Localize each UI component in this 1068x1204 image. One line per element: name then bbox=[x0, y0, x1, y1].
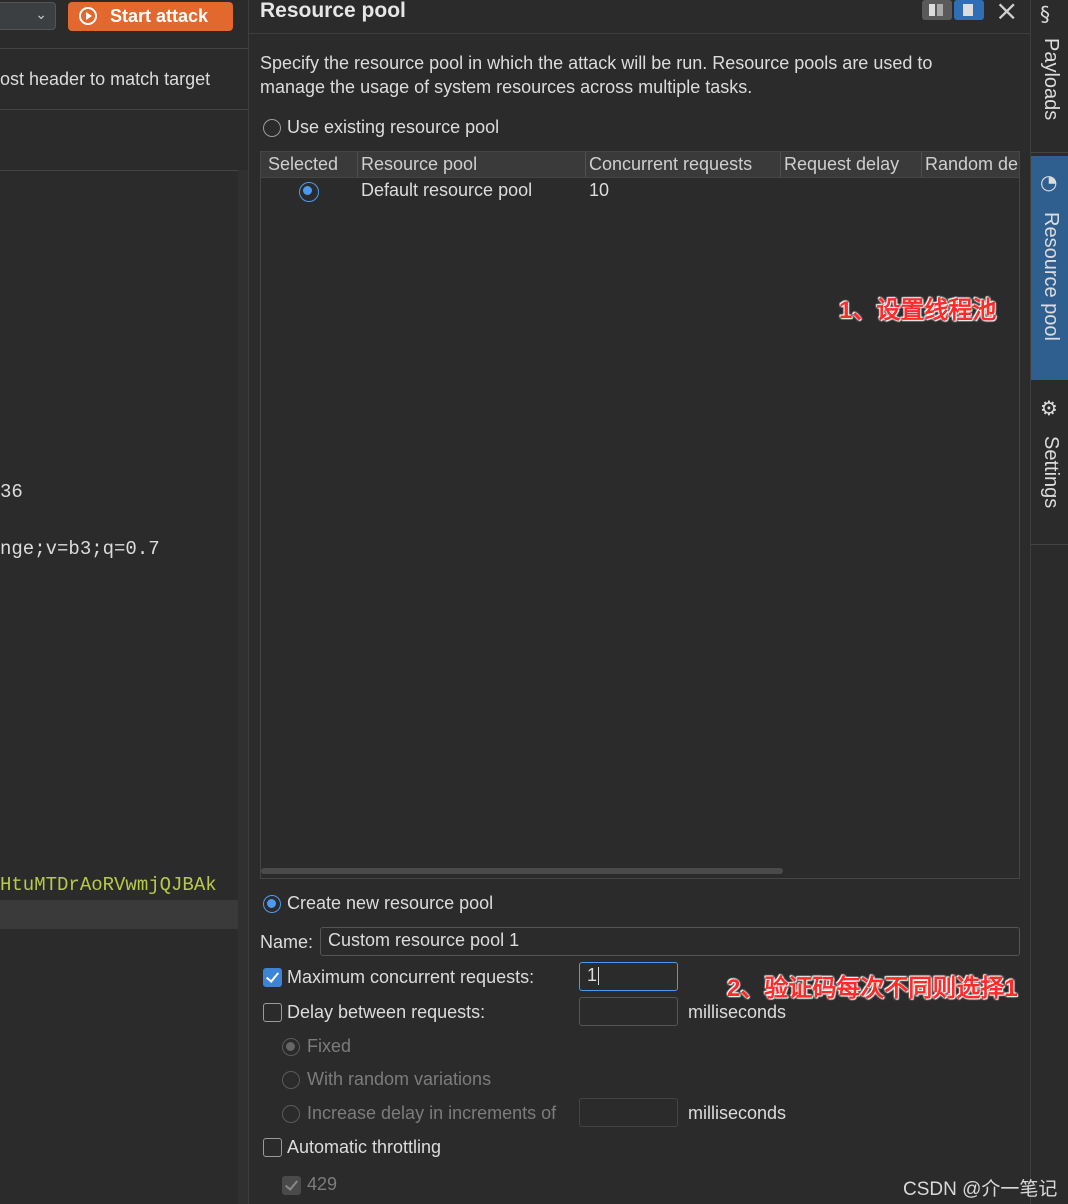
gear-icon: ⚙ bbox=[1040, 396, 1058, 420]
name-label: Name: bbox=[260, 932, 314, 952]
delay-checkbox[interactable] bbox=[263, 1003, 282, 1022]
code-429-checkbox[interactable] bbox=[282, 1176, 301, 1195]
delay-label[interactable]: Delay between requests: bbox=[287, 1002, 485, 1023]
column-header-random-delay[interactable]: Random de bbox=[925, 154, 1018, 175]
use-existing-label[interactable]: Use existing resource pool bbox=[287, 117, 499, 138]
divider bbox=[249, 33, 1031, 34]
text-cursor bbox=[598, 967, 600, 986]
table-header: Selected Resource pool Concurrent reques… bbox=[261, 152, 1019, 178]
code-line[interactable]: 36 bbox=[0, 481, 23, 503]
play-icon bbox=[79, 7, 97, 25]
table-horizontal-scrollbar[interactable] bbox=[261, 868, 783, 874]
divider bbox=[1031, 544, 1068, 545]
column-divider bbox=[357, 152, 358, 177]
description-text: Specify the resource pool in which the a… bbox=[260, 53, 933, 97]
chevron-down-icon: ⌄ bbox=[35, 7, 47, 23]
increase-delay-label[interactable]: Increase delay in increments of bbox=[307, 1103, 556, 1124]
resource-pool-table: Selected Resource pool Concurrent reques… bbox=[260, 151, 1020, 879]
table-row[interactable]: Default resource pool 10 bbox=[261, 178, 1019, 205]
row-selected-radio[interactable] bbox=[299, 182, 319, 202]
tab-resource-pool[interactable]: ◔ Resource pool bbox=[1031, 156, 1068, 380]
random-variations-radio[interactable] bbox=[282, 1071, 300, 1089]
create-new-radio[interactable] bbox=[263, 895, 281, 913]
delay-input[interactable] bbox=[579, 997, 678, 1026]
increase-delay-radio[interactable] bbox=[282, 1105, 300, 1123]
use-existing-radio[interactable] bbox=[263, 119, 281, 137]
auto-throttling-label[interactable]: Automatic throttling bbox=[287, 1137, 441, 1158]
tab-payloads[interactable]: § Payloads bbox=[1031, 0, 1068, 150]
max-concurrent-value: 1 bbox=[587, 965, 598, 985]
divider bbox=[0, 109, 248, 110]
layout-horizontal-button[interactable] bbox=[922, 0, 952, 20]
column-divider bbox=[921, 152, 922, 177]
fixed-label[interactable]: Fixed bbox=[307, 1036, 351, 1057]
close-icon[interactable]: × bbox=[995, 0, 1018, 27]
tab-label: Resource pool bbox=[1040, 212, 1062, 341]
code-line[interactable]: nge;v=b3;q=0.7 bbox=[0, 538, 160, 560]
milliseconds-label: milliseconds bbox=[688, 1103, 787, 1123]
max-concurrent-checkbox[interactable] bbox=[263, 968, 282, 987]
milliseconds-label: milliseconds bbox=[688, 1002, 787, 1022]
divider bbox=[1031, 152, 1068, 153]
current-line-highlight bbox=[0, 900, 238, 929]
pool-name-input[interactable]: Custom resource pool 1 bbox=[320, 927, 1020, 956]
attack-type-dropdown[interactable]: ⌄ bbox=[0, 2, 56, 30]
side-tab-bar: § Payloads ◔ Resource pool ⚙ Settings bbox=[1030, 0, 1068, 1204]
payloads-icon: § bbox=[1040, 2, 1050, 26]
request-editor-panel: ⌄ Start attack ost header to match targe… bbox=[0, 0, 248, 1204]
layout-vertical-button[interactable] bbox=[954, 0, 984, 20]
code-line[interactable]: HtuMTDrAoRVwmjQJBAk bbox=[0, 874, 217, 896]
column-divider bbox=[585, 152, 586, 177]
max-concurrent-input[interactable]: 1 bbox=[579, 962, 678, 991]
column-header-request-delay[interactable]: Request delay bbox=[784, 154, 899, 175]
tab-settings[interactable]: ⚙ Settings bbox=[1031, 384, 1068, 542]
tab-label: Payloads bbox=[1040, 38, 1062, 121]
create-new-label[interactable]: Create new resource pool bbox=[287, 893, 493, 914]
divider bbox=[0, 48, 248, 49]
resource-pool-icon: ◔ bbox=[1040, 170, 1058, 194]
auto-throttling-checkbox[interactable] bbox=[263, 1138, 282, 1157]
max-concurrent-label[interactable]: Maximum concurrent requests: bbox=[287, 967, 534, 988]
pool-name-cell: Default resource pool bbox=[361, 180, 533, 200]
increase-delay-input[interactable] bbox=[579, 1098, 678, 1127]
random-variations-label[interactable]: With random variations bbox=[307, 1069, 491, 1090]
resource-pool-panel: Resource pool × Specify the resource poo… bbox=[248, 0, 1031, 1204]
concurrent-requests-cell: 10 bbox=[589, 180, 610, 200]
annotation-2: 2、验证码每次不同则选择1 bbox=[727, 975, 1018, 1002]
tab-label: Settings bbox=[1040, 436, 1062, 509]
column-header-resource-pool[interactable]: Resource pool bbox=[361, 154, 477, 175]
column-divider bbox=[780, 152, 781, 177]
fixed-radio[interactable] bbox=[282, 1038, 300, 1056]
editor-scrollbar[interactable] bbox=[238, 170, 248, 1204]
column-header-concurrent-requests[interactable]: Concurrent requests bbox=[589, 154, 752, 175]
divider bbox=[0, 170, 248, 171]
page-title: Resource pool bbox=[260, 0, 406, 22]
annotation-1: 1、设置线程池 bbox=[839, 297, 997, 324]
column-header-selected[interactable]: Selected bbox=[268, 154, 338, 175]
start-attack-button[interactable]: Start attack bbox=[68, 2, 233, 31]
code-429-label[interactable]: 429 bbox=[307, 1174, 337, 1195]
watermark: CSDN @介一笔记 bbox=[903, 1179, 1058, 1200]
update-host-header-option[interactable]: ost header to match target bbox=[0, 69, 210, 90]
